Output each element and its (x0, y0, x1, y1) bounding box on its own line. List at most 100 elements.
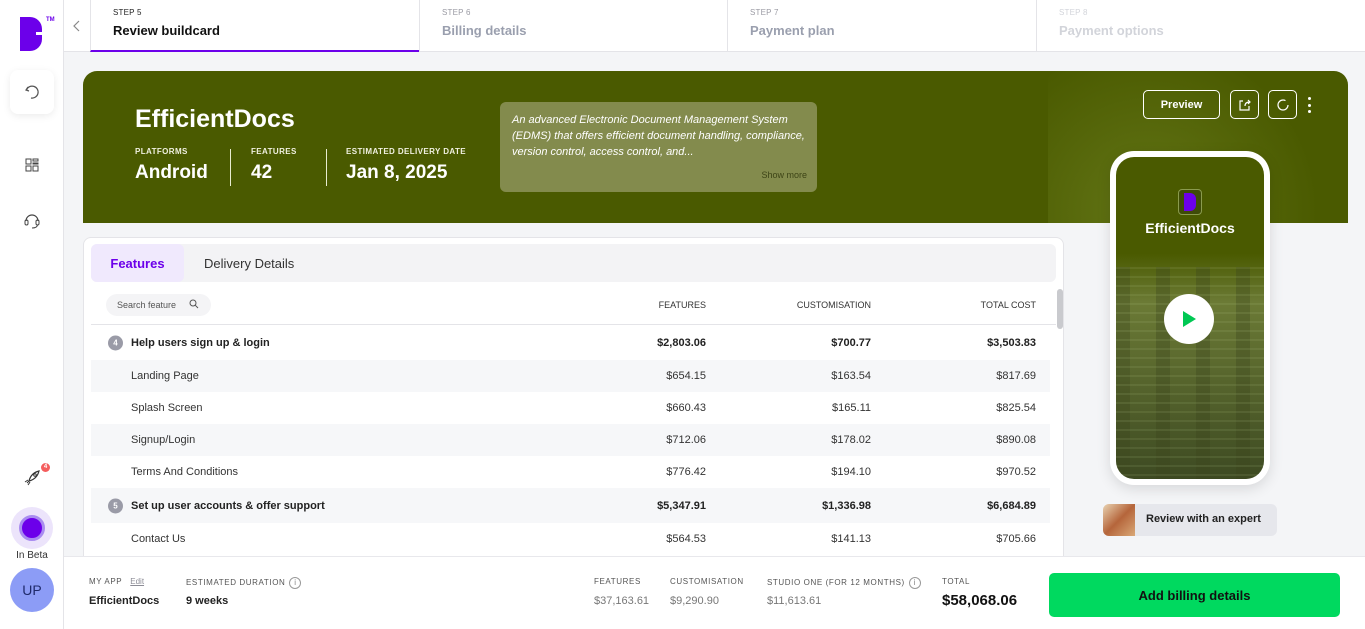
feature-name: Signup/Login (131, 434, 196, 446)
play-icon (1183, 311, 1196, 327)
customisation-total-value: $9,290.90 (670, 595, 719, 607)
builder-logo[interactable]: TM (20, 17, 55, 51)
feature-cost: $712.06 (666, 434, 706, 446)
undo-icon (25, 85, 39, 99)
tab-delivery-details[interactable]: Delivery Details (204, 244, 294, 282)
feature-name: Splash Screen (131, 402, 203, 414)
total-cost: $3,503.83 (987, 336, 1036, 349)
support-button[interactable] (20, 208, 44, 232)
grid-icon (25, 158, 39, 172)
sync-button[interactable] (1268, 90, 1297, 119)
play-video-button[interactable] (1164, 294, 1214, 344)
app-description: An advanced Electronic Document Manageme… (500, 102, 817, 192)
features-info: FEATURES 42 (251, 147, 297, 184)
feature-row[interactable]: Contact Us $564.53 $141.13 $705.66 (91, 523, 1050, 555)
step-payment-options: STEP 8 Payment options (1036, 0, 1365, 52)
customisation-total-label: CUSTOMISATION (670, 577, 744, 586)
step-title: Review buildcard (113, 23, 220, 38)
undo-button[interactable] (10, 70, 54, 114)
show-more-link[interactable]: Show more (761, 170, 807, 180)
features-label: FEATURES (251, 147, 297, 156)
info-icon[interactable]: i (908, 577, 921, 589)
delivery-info: ESTIMATED DELIVERY DATE Jan 8, 2025 (346, 147, 466, 184)
my-app-label: MY APP Edit (89, 577, 144, 586)
rocket-icon (24, 470, 40, 486)
more-options-icon[interactable] (1305, 97, 1313, 113)
tab-bar: Features Delivery Details (91, 244, 1056, 282)
beta-toggle[interactable] (11, 507, 53, 549)
beta-label: In Beta (16, 550, 48, 561)
total-cost: $970.52 (996, 466, 1036, 478)
feature-name: Terms And Conditions (131, 466, 238, 478)
duration-label-text: ESTIMATED DURATION (186, 578, 286, 588)
customisation-cost: $163.54 (831, 370, 871, 382)
notification-badge: 4 (41, 463, 50, 472)
phone-app-name: EfficientDocs (1145, 220, 1235, 236)
feature-row[interactable]: Signup/Login $712.06 $178.02 $890.08 (91, 424, 1050, 456)
feature-cost: $654.15 (666, 370, 706, 382)
add-billing-details-button[interactable]: Add billing details (1049, 573, 1340, 617)
platforms-value: Android (135, 162, 208, 183)
scrollbar[interactable] (1057, 289, 1063, 329)
feature-cost: $660.43 (666, 402, 706, 414)
review-with-expert-button[interactable]: Review with an expert (1103, 504, 1277, 536)
chevron-left-icon (73, 20, 80, 32)
delivery-value: Jan 8, 2025 (346, 162, 448, 183)
total-cost: $825.54 (996, 402, 1036, 414)
launch-button[interactable] (20, 466, 44, 490)
share-button[interactable] (1230, 90, 1259, 119)
expert-avatar (1103, 504, 1135, 536)
phone-preview: EfficientDocs (1110, 151, 1270, 485)
total-cost: $817.69 (996, 370, 1036, 382)
trademark: TM (46, 17, 55, 23)
step-title: Billing details (442, 23, 527, 38)
preview-button[interactable]: Preview (1143, 90, 1220, 119)
loading-icon (1276, 98, 1289, 111)
delivery-label: ESTIMATED DELIVERY DATE (346, 147, 467, 156)
step-review-buildcard[interactable]: STEP 5 Review buildcard (90, 0, 419, 52)
duration-label: ESTIMATED DURATION i (186, 577, 302, 589)
duration-value: 9 weeks (186, 595, 229, 607)
tab-features[interactable]: Features (91, 244, 184, 282)
info-icon[interactable]: i (289, 577, 302, 589)
back-button[interactable] (64, 0, 90, 52)
feature-group-row[interactable]: 4 Help users sign up & login $2,803.06 $700… (91, 325, 1050, 360)
column-header-total-cost: TOTAL COST (980, 300, 1036, 310)
search-icon (189, 299, 199, 309)
divider (326, 149, 327, 186)
feature-cost: $2,803.06 (657, 336, 706, 349)
search-feature-input[interactable]: Search feature (106, 294, 211, 316)
feature-cost: $5,347.91 (657, 499, 706, 512)
feature-row[interactable]: Landing Page $654.15 $163.54 $817.69 (91, 360, 1050, 392)
search-placeholder: Search feature (117, 300, 177, 310)
feature-name: Contact Us (131, 533, 186, 545)
feature-row[interactable]: Splash Screen $660.43 $165.11 $825.54 (91, 392, 1050, 424)
total-value: $58,068.06 (942, 592, 1018, 609)
my-app-label-text: MY APP (89, 577, 123, 586)
my-app-value: EfficientDocs (89, 595, 160, 607)
customisation-cost: $1,336.98 (822, 499, 871, 512)
platforms-info: PLATFORMS Android (135, 147, 208, 184)
group-count-badge: 5 (108, 498, 123, 513)
features-panel: Features Delivery Details Search feature… (83, 237, 1064, 567)
feature-row[interactable]: Terms And Conditions $776.42 $194.10 $970.5… (91, 456, 1050, 488)
dashboard-button[interactable] (20, 153, 44, 177)
features-total-value: $37,163.61 (594, 595, 650, 607)
studio-one-label: STUDIO ONE (FOR 12 MONTHS) i (767, 577, 921, 589)
step-label: STEP 5 (113, 8, 142, 17)
edit-link[interactable]: Edit (130, 577, 144, 586)
feature-group-row[interactable]: 5 Set up user accounts & offer support $5,… (91, 488, 1050, 523)
platforms-label: PLATFORMS (135, 147, 188, 156)
step-payment-plan[interactable]: STEP 7 Payment plan (727, 0, 1036, 52)
step-billing-details[interactable]: STEP 6 Billing details (419, 0, 727, 52)
total-cost: $890.08 (996, 434, 1036, 446)
step-title: Payment options (1059, 23, 1164, 38)
expert-label: Review with an expert (1146, 513, 1261, 525)
step-title: Payment plan (750, 23, 835, 38)
total-label: TOTAL (942, 577, 971, 586)
step-label: STEP 6 (442, 8, 471, 17)
user-avatar[interactable]: UP (10, 568, 54, 612)
customisation-cost: $194.10 (831, 466, 871, 478)
feature-cost: $776.42 (666, 466, 706, 478)
studio-one-value: $11,613.61 (767, 595, 822, 607)
